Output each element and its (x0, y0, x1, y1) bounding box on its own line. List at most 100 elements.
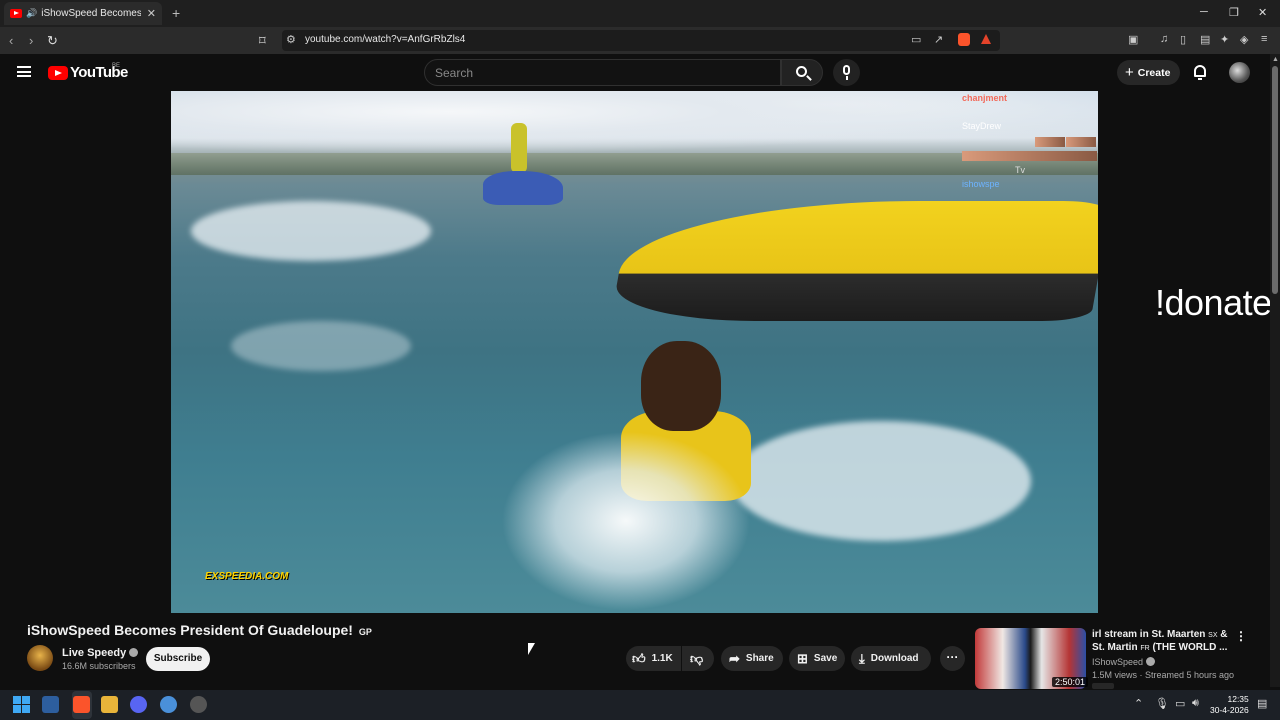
notification-center-icon[interactable]: ▤ (1257, 697, 1267, 710)
hamburger-menu-icon[interactable] (17, 66, 31, 77)
video-head (641, 341, 721, 431)
page-scrollbar[interactable]: ▲ (1270, 54, 1280, 687)
country-code: SX (1208, 632, 1218, 639)
cast-icon[interactable]: ▭ (911, 33, 921, 46)
microphone-stand (846, 76, 848, 80)
brave-rewards-icon[interactable] (981, 34, 991, 44)
network-icon[interactable]: ▭ (1175, 697, 1185, 710)
brave-browser-icon[interactable] (73, 696, 90, 713)
video-player[interactable]: chanjment StayDrew Tv ishowspe EXSPEEDIA… (171, 91, 1098, 613)
ccleaner-icon[interactable] (160, 696, 177, 713)
video-foam (191, 201, 431, 261)
back-icon[interactable]: ‹ (9, 33, 13, 48)
more-actions-button[interactable]: ··· (940, 646, 965, 671)
video-jetski-blue (483, 171, 563, 205)
bookmark-save-icon: ⊞ (797, 650, 808, 666)
chat-emote-row (962, 151, 1097, 161)
clock-time: 12:35 (1227, 694, 1249, 704)
share-button[interactable]: ➦ Share (721, 646, 783, 671)
new-tab-button[interactable]: + (172, 5, 180, 21)
voice-search-button[interactable] (833, 59, 860, 86)
wallet-icon[interactable]: ▤ (1200, 33, 1210, 46)
bookmark-icon[interactable]: ⌑ (259, 33, 266, 49)
vpn-icon[interactable]: ◈ (1240, 33, 1248, 46)
notifications-bell-icon[interactable] (1194, 65, 1206, 80)
chat-emote (1035, 137, 1065, 147)
site-info-icon[interactable]: ⚙ (286, 33, 296, 46)
speaker-icon[interactable]: 🔊 (26, 8, 37, 19)
subscribe-button[interactable]: Subscribe (146, 647, 210, 671)
youtube-favicon-icon (10, 9, 22, 18)
thumbs-up-icon: 👍︎ (632, 650, 646, 666)
youtube-logo-icon[interactable] (48, 66, 68, 80)
share-label: Share (745, 653, 774, 664)
brave-shields-icon[interactable] (958, 33, 970, 46)
window-close-button[interactable]: ✕ (1258, 6, 1267, 19)
account-avatar[interactable] (1229, 62, 1250, 83)
tab-close-icon[interactable]: ✕ (147, 7, 156, 20)
like-button[interactable]: 👍︎ 1.1K (626, 646, 681, 671)
windows-start-icon[interactable] (13, 696, 30, 713)
video-splash (501, 431, 751, 611)
thumbs-down-icon: 👎︎ (690, 650, 704, 666)
channel-name[interactable]: Live Speedy (62, 647, 139, 659)
recommended-channel[interactable]: IShowSpeed (1092, 657, 1156, 667)
maximize-button[interactable]: ❐ (1229, 6, 1239, 19)
volume-icon[interactable]: 🔊︎ (1192, 697, 1199, 710)
like-count: 1.1K (651, 653, 673, 664)
recommended-title-part: (THE WORLD ... (1152, 642, 1228, 653)
dislike-button[interactable]: 👎︎ (682, 646, 714, 671)
video-shoreline (171, 153, 1098, 175)
reload-icon[interactable]: ↻ (47, 33, 58, 49)
country-flag-code: GP (358, 627, 372, 637)
donate-overlay-text: !donate (1155, 282, 1272, 323)
scrollbar-thumb[interactable] (1272, 66, 1278, 294)
microphone-tray-icon[interactable]: 🎙︎ (1155, 697, 1169, 710)
browser-menu-icon[interactable]: ≡ (1261, 33, 1267, 45)
share-icon: ➦ (729, 650, 740, 666)
download-button[interactable]: ⤓ Download (851, 646, 931, 671)
channel-avatar[interactable] (27, 645, 53, 671)
leo-ai-icon[interactable]: ✦ (1220, 33, 1229, 46)
chat-username: StayDrew (962, 121, 1002, 131)
create-button[interactable]: + Create (1117, 60, 1180, 85)
search-button[interactable] (781, 59, 823, 86)
search-icon (796, 66, 807, 77)
recommended-meta: 1.5M views · Streamed 5 hours ago (1092, 670, 1235, 680)
share-page-icon[interactable]: ↗ (934, 33, 943, 46)
reader-icon[interactable]: ▯ (1180, 33, 1186, 46)
mouse-cursor-icon (528, 643, 535, 655)
taskbar-clock[interactable]: 12:35 30-4-2026 (1210, 694, 1249, 716)
subscriber-count: 16.6M subscribers (62, 661, 136, 671)
forward-icon[interactable]: › (29, 33, 33, 48)
discord-icon[interactable] (130, 696, 147, 713)
video-title-text: iShowSpeed Becomes President Of Guadelou… (27, 622, 353, 638)
app-launcher-icon[interactable] (42, 696, 59, 713)
url-text[interactable]: youtube.com/watch?v=AnfGrRbZls4 (305, 34, 465, 45)
chat-emote (1066, 137, 1096, 147)
country-code: BE (112, 63, 121, 69)
video-foam (731, 421, 1031, 541)
save-label: Save (813, 653, 838, 664)
media-icon[interactable]: ♫ (1160, 33, 1168, 45)
browser-tab-active[interactable]: 🔊 iShowSpeed Becomes Preside ✕ (4, 2, 162, 25)
verified-icon (1146, 657, 1156, 666)
clock-date: 30-4-2026 (1210, 705, 1249, 715)
recommended-title[interactable]: irl stream in St. Maarten SX & St. Marti… (1092, 629, 1232, 655)
file-explorer-icon[interactable] (101, 696, 118, 713)
obs-icon[interactable] (190, 696, 207, 713)
recommended-badge (1092, 683, 1114, 689)
search-input[interactable] (424, 59, 781, 86)
save-button[interactable]: ⊞ Save (789, 646, 845, 671)
video-foam (231, 321, 411, 371)
chat-username: ishowspe (962, 179, 1000, 189)
recommended-menu-icon[interactable]: ⋮ (1235, 629, 1247, 643)
create-label: Create (1137, 66, 1171, 79)
video-sky (171, 91, 1098, 161)
tray-overflow-icon[interactable]: ⌃ (1134, 697, 1143, 710)
video-jetski-yellow (610, 201, 1098, 321)
sidebar-toggle-icon[interactable]: ▣ (1128, 33, 1138, 46)
scroll-up-icon[interactable]: ▲ (1272, 56, 1279, 63)
minimize-button[interactable]: ─ (1200, 6, 1208, 18)
browser-tab-bar: 🔊 iShowSpeed Becomes Preside ✕ + ─ ❐ ✕ (0, 0, 1280, 27)
